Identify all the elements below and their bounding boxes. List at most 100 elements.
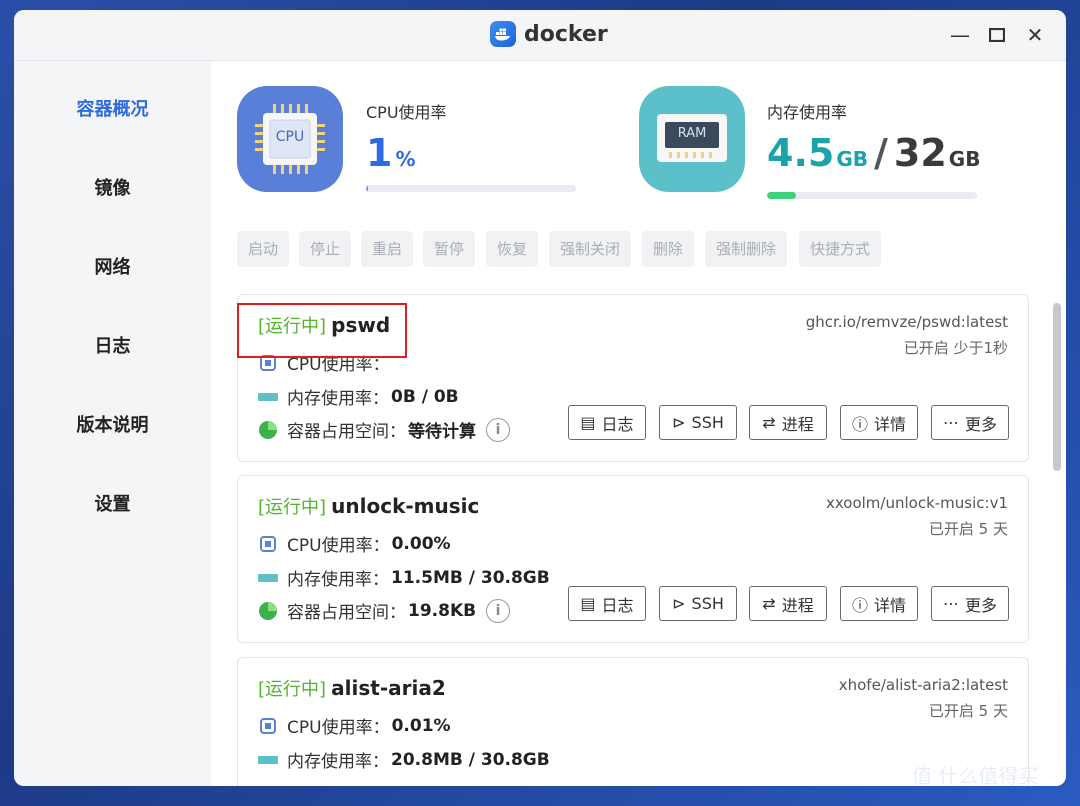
- ram-icon-text: RAM: [677, 126, 707, 141]
- disk-pie-icon: [258, 601, 278, 621]
- sidebar-item-network[interactable]: 网络: [14, 229, 211, 307]
- main-content: CPU CPU使用率 1% RAM 内存使用率 4.5 GB/32 GB 启动 …: [211, 61, 1066, 786]
- cpu-usage-bar-fill: [366, 185, 369, 192]
- sidebar-item-images[interactable]: 镜像: [14, 150, 211, 228]
- info-circle-icon: ⓘ: [851, 595, 868, 615]
- shortcut-button[interactable]: 快捷方式: [799, 231, 882, 267]
- details-button[interactable]: ⓘ 详情: [840, 586, 918, 621]
- container-status: [运行中]: [258, 497, 327, 518]
- info-icon[interactable]: i: [486, 598, 511, 623]
- memory-metric-label: 内存使用率：: [287, 570, 389, 590]
- resume-button[interactable]: 恢复: [486, 231, 539, 267]
- info-icon[interactable]: i: [486, 417, 510, 442]
- force-delete-button[interactable]: 强制删除: [705, 231, 788, 267]
- ssh-button[interactable]: ⊳ SSH: [659, 586, 737, 621]
- disk-metric-label: 容器占用空间：: [287, 422, 406, 442]
- close-icon[interactable]: ✕: [1024, 23, 1046, 47]
- container-image: ghcr.io/remvze/pswd:latest: [805, 313, 1008, 331]
- disk-metric: 容器占用空间： 19.8KB i: [258, 598, 511, 623]
- memory-metric-value: 11.5MB / 30.8GB: [391, 567, 550, 588]
- scrollbar-thumb[interactable]: [1053, 303, 1061, 471]
- cpu-small-icon: [258, 534, 278, 554]
- sidebar-item-overview[interactable]: 容器概况: [14, 71, 211, 149]
- container-image: xhofe/alist-aria2:latest: [838, 676, 1008, 694]
- ssh-button-label: SSH: [691, 594, 724, 613]
- memory-usage-bar-fill: [767, 192, 797, 199]
- memory-total-unit: GB: [948, 147, 981, 171]
- more-button-label: 更多: [964, 595, 997, 615]
- container-name: unlock-music: [331, 494, 480, 518]
- pause-button[interactable]: 暂停: [423, 231, 476, 267]
- container-image: xxoolm/unlock-music:v1: [825, 494, 1008, 512]
- container-card-unlock-music[interactable]: [运行中] unlock-music xxoolm/unlock-music:v…: [237, 475, 1029, 643]
- disk-metric: 容器占用空间： 等待计算 i: [258, 417, 510, 442]
- memory-small-icon: [258, 387, 278, 407]
- watermark-text: 值 什么值得买: [912, 764, 1039, 788]
- logs-button-label: 日志: [601, 414, 634, 434]
- memory-total-number: 32: [893, 131, 947, 175]
- process-button-label: 进程: [781, 595, 814, 615]
- cpu-value-number: 1: [366, 131, 393, 175]
- ssh-button[interactable]: ⊳ SSH: [659, 405, 737, 440]
- container-card-alist-aria2[interactable]: [运行中] alist-aria2 xhofe/alist-aria2:late…: [237, 657, 1029, 786]
- cpu-icon-text: CPU: [275, 129, 305, 145]
- cpu-small-icon: [258, 716, 278, 736]
- terminal-icon: ⊳: [672, 594, 686, 613]
- highlight-box: [237, 303, 407, 358]
- container-uptime: 已开启 5 天: [928, 520, 1008, 538]
- document-icon: ▤: [580, 594, 596, 613]
- details-button[interactable]: ⓘ 详情: [840, 405, 918, 440]
- container-name: alist-aria2: [331, 676, 446, 700]
- process-button[interactable]: ⇄ 进程: [749, 405, 827, 440]
- memory-metric-label: 内存使用率：: [287, 389, 389, 409]
- memory-usage-bar: [767, 192, 977, 199]
- more-button[interactable]: ⋯ 更多: [931, 405, 1009, 440]
- cpu-metric-value: 0.00%: [391, 533, 451, 554]
- ellipsis-icon: ⋯: [942, 594, 959, 613]
- cpu-usage-bar: [366, 185, 576, 192]
- memory-metric-label: 内存使用率：: [287, 752, 389, 772]
- sidebar-item-release-notes[interactable]: 版本说明: [14, 387, 211, 465]
- minimize-icon[interactable]: —: [949, 23, 971, 47]
- document-icon: ▤: [580, 413, 596, 432]
- cpu-usage-label: CPU使用率: [366, 103, 447, 122]
- more-button[interactable]: ⋯ 更多: [931, 586, 1009, 621]
- memory-separator: /: [874, 131, 888, 175]
- process-icon: ⇄: [762, 594, 776, 613]
- sidebar-item-settings[interactable]: 设置: [14, 466, 211, 544]
- memory-small-icon: [258, 568, 278, 588]
- delete-button[interactable]: 删除: [642, 231, 695, 267]
- window-title: docker: [524, 21, 608, 47]
- cpu-metric-label: CPU使用率：: [287, 536, 390, 556]
- sidebar-item-logs[interactable]: 日志: [14, 308, 211, 386]
- cpu-value-unit: %: [395, 147, 416, 171]
- container-title: [运行中] alist-aria2: [258, 675, 446, 701]
- cpu-chip-icon: CPU: [237, 86, 343, 192]
- memory-metric-value: 20.8MB / 30.8GB: [391, 749, 550, 770]
- logs-button[interactable]: ▤ 日志: [568, 405, 646, 440]
- terminal-icon: ⊳: [672, 413, 686, 432]
- process-button[interactable]: ⇄ 进程: [749, 586, 827, 621]
- force-stop-button[interactable]: 强制关闭: [549, 231, 632, 267]
- maximize-icon[interactable]: [986, 24, 1008, 46]
- memory-metric: 内存使用率： 0B / 0B: [258, 384, 459, 409]
- title-bar: docker — ✕: [14, 10, 1066, 61]
- ssh-button-label: SSH: [691, 413, 724, 432]
- logs-button-label: 日志: [601, 595, 634, 615]
- info-circle-icon: ⓘ: [851, 414, 868, 434]
- disk-metric-value: 19.8KB: [408, 600, 477, 621]
- stop-button[interactable]: 停止: [299, 231, 352, 267]
- restart-button[interactable]: 重启: [361, 231, 414, 267]
- memory-metric: 内存使用率： 20.8MB / 30.8GB: [258, 747, 550, 772]
- logs-button[interactable]: ▤ 日志: [568, 586, 646, 621]
- cpu-usage-value: 1%: [366, 131, 416, 175]
- process-button-label: 进程: [781, 414, 814, 434]
- docker-window: docker — ✕ 容器概况 镜像 网络 日志 版本说明 设置 CPU CPU…: [14, 10, 1066, 786]
- cpu-metric: CPU使用率： 0.00%: [258, 531, 451, 556]
- memory-metric: 内存使用率： 11.5MB / 30.8GB: [258, 565, 550, 590]
- ram-chip-icon: RAM: [639, 86, 745, 192]
- process-icon: ⇄: [762, 413, 776, 432]
- memory-used-number: 4.5: [767, 131, 835, 175]
- disk-pie-icon: [258, 420, 278, 440]
- start-button[interactable]: 启动: [237, 231, 290, 267]
